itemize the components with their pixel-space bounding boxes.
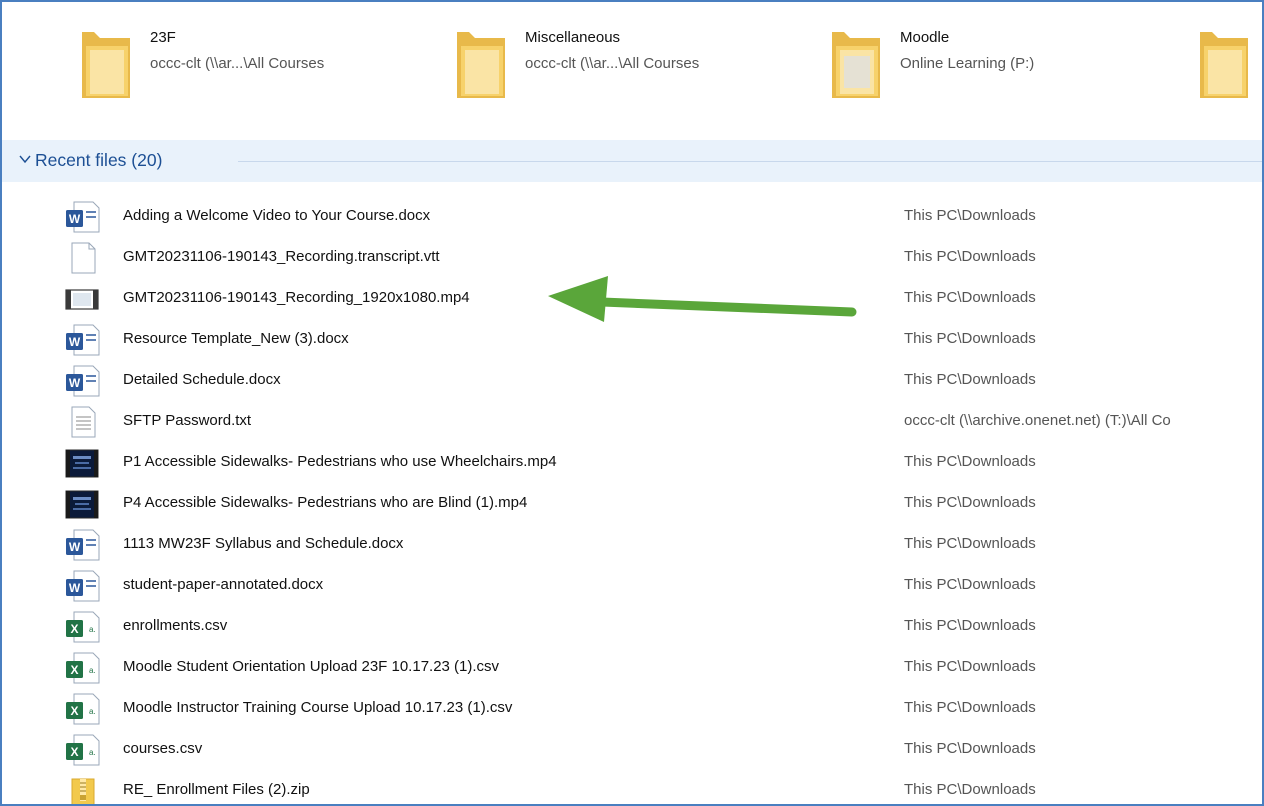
file-name: Moodle Instructor Training Course Upload… <box>123 699 513 716</box>
svg-text:a.: a. <box>89 707 96 716</box>
file-location: This PC\Downloads <box>904 535 1036 552</box>
file-explorer-window: 23F occc-clt (\\ar...\All Courses Miscel… <box>0 0 1264 806</box>
file-location: This PC\Downloads <box>904 617 1036 634</box>
file-name: student-paper-annotated.docx <box>123 576 324 593</box>
file-name: Moodle Student Orientation Upload 23F 10… <box>123 658 500 675</box>
svg-text:a.: a. <box>89 748 96 757</box>
file-location: This PC\Downloads <box>904 781 1036 798</box>
svg-text:a.: a. <box>89 666 96 675</box>
word-doc-icon: W <box>66 529 100 561</box>
file-row[interactable]: W Resource Template_New (3).docx This PC… <box>2 319 1262 360</box>
svg-text:W: W <box>69 581 81 595</box>
file-row[interactable]: W 1113 MW23F Syllabus and Schedule.docx … <box>2 524 1262 565</box>
video-thumbnail-icon <box>65 490 99 519</box>
video-file-icon <box>65 289 99 310</box>
file-name: Resource Template_New (3).docx <box>123 330 349 347</box>
file-row[interactable]: GMT20231106-190143_Recording_1920x1080.m… <box>2 278 1262 319</box>
group-title: Recent files (20) <box>35 150 163 170</box>
file-location: This PC\Downloads <box>904 289 1036 306</box>
file-row[interactable]: W Adding a Welcome Video to Your Course.… <box>2 196 1262 237</box>
excel-csv-icon: a. X <box>66 611 100 643</box>
file-row[interactable]: a. X Moodle Instructor Training Course U… <box>2 688 1262 729</box>
folder-icon <box>457 32 505 98</box>
svg-text:X: X <box>70 704 78 718</box>
file-row[interactable]: a. X courses.csv This PC\Downloads <box>2 729 1262 770</box>
file-name: courses.csv <box>123 740 203 757</box>
word-doc-icon: W <box>66 570 100 602</box>
recent-files-group-header[interactable]: Recent files (20) <box>2 140 1262 182</box>
svg-text:W: W <box>69 212 81 226</box>
word-doc-icon: W <box>66 201 100 233</box>
file-name: SFTP Password.txt <box>123 412 252 429</box>
zip-folder-icon <box>71 778 95 804</box>
excel-csv-icon: a. X <box>66 734 100 766</box>
svg-text:W: W <box>69 335 81 349</box>
file-location: This PC\Downloads <box>904 453 1036 470</box>
file-row[interactable]: P1 Accessible Sidewalks- Pedestrians who… <box>2 442 1262 483</box>
quick-access-folders: 23F occc-clt (\\ar...\All Courses Miscel… <box>2 2 1262 138</box>
file-location: This PC\Downloads <box>904 248 1036 265</box>
file-location: This PC\Downloads <box>904 494 1036 511</box>
folder-icon <box>82 32 130 98</box>
folder-name: 23F <box>150 29 176 46</box>
file-row[interactable]: W Detailed Schedule.docx This PC\Downloa… <box>2 360 1262 401</box>
file-location: This PC\Downloads <box>904 371 1036 388</box>
blank-file-icon <box>71 242 96 274</box>
group-divider <box>238 161 1262 162</box>
file-name: P1 Accessible Sidewalks- Pedestrians who… <box>123 453 557 470</box>
svg-text:W: W <box>69 376 81 390</box>
text-file-icon <box>71 406 96 438</box>
file-row[interactable]: GMT20231106-190143_Recording.transcript.… <box>2 237 1262 278</box>
file-row[interactable]: SFTP Password.txt occc-clt (\\archive.on… <box>2 401 1262 442</box>
file-location: This PC\Downloads <box>904 576 1036 593</box>
chevron-down-icon <box>19 155 31 164</box>
svg-text:X: X <box>70 622 78 636</box>
folder-path: occc-clt (\\ar...\All Courses <box>150 55 325 72</box>
file-location: This PC\Downloads <box>904 658 1036 675</box>
file-name: enrollments.csv <box>123 617 228 634</box>
excel-csv-icon: a. X <box>66 693 100 725</box>
file-name: 1113 MW23F Syllabus and Schedule.docx <box>123 535 404 552</box>
svg-text:X: X <box>70 663 78 677</box>
folder-icon <box>832 32 880 98</box>
word-doc-icon: W <box>66 365 100 397</box>
file-row[interactable]: W student-paper-annotated.docx This PC\D… <box>2 565 1262 606</box>
folder-name: Miscellaneous <box>525 29 621 46</box>
folder-path: Online Learning (P:) <box>900 55 1035 72</box>
file-name: P4 Accessible Sidewalks- Pedestrians who… <box>123 494 528 511</box>
file-location: This PC\Downloads <box>904 699 1036 716</box>
svg-text:a.: a. <box>89 625 96 634</box>
file-location: occc-clt (\\archive.onenet.net) (T:)\All… <box>904 412 1171 429</box>
folder-icon <box>1200 32 1248 98</box>
file-row[interactable]: P4 Accessible Sidewalks- Pedestrians who… <box>2 483 1262 524</box>
file-name: Adding a Welcome Video to Your Course.do… <box>123 207 431 224</box>
file-row[interactable]: a. X Moodle Student Orientation Upload 2… <box>2 647 1262 688</box>
file-location: This PC\Downloads <box>904 330 1036 347</box>
file-row[interactable]: a. X enrollments.csv This PC\Downloads <box>2 606 1262 647</box>
word-doc-icon: W <box>66 324 100 356</box>
file-name: GMT20231106-190143_Recording_1920x1080.m… <box>123 289 470 306</box>
svg-text:X: X <box>70 745 78 759</box>
file-name: RE_ Enrollment Files (2).zip <box>123 781 310 798</box>
file-name: GMT20231106-190143_Recording.transcript.… <box>123 248 440 265</box>
file-location: This PC\Downloads <box>904 740 1036 757</box>
video-thumbnail-icon <box>65 449 99 478</box>
file-name: Detailed Schedule.docx <box>123 371 281 388</box>
file-row[interactable]: RE_ Enrollment Files (2).zip This PC\Dow… <box>2 770 1262 804</box>
excel-csv-icon: a. X <box>66 652 100 684</box>
folder-name: Moodle <box>900 29 950 46</box>
svg-text:W: W <box>69 540 81 554</box>
folder-path: occc-clt (\\ar...\All Courses <box>525 55 700 72</box>
file-location: This PC\Downloads <box>904 207 1036 224</box>
